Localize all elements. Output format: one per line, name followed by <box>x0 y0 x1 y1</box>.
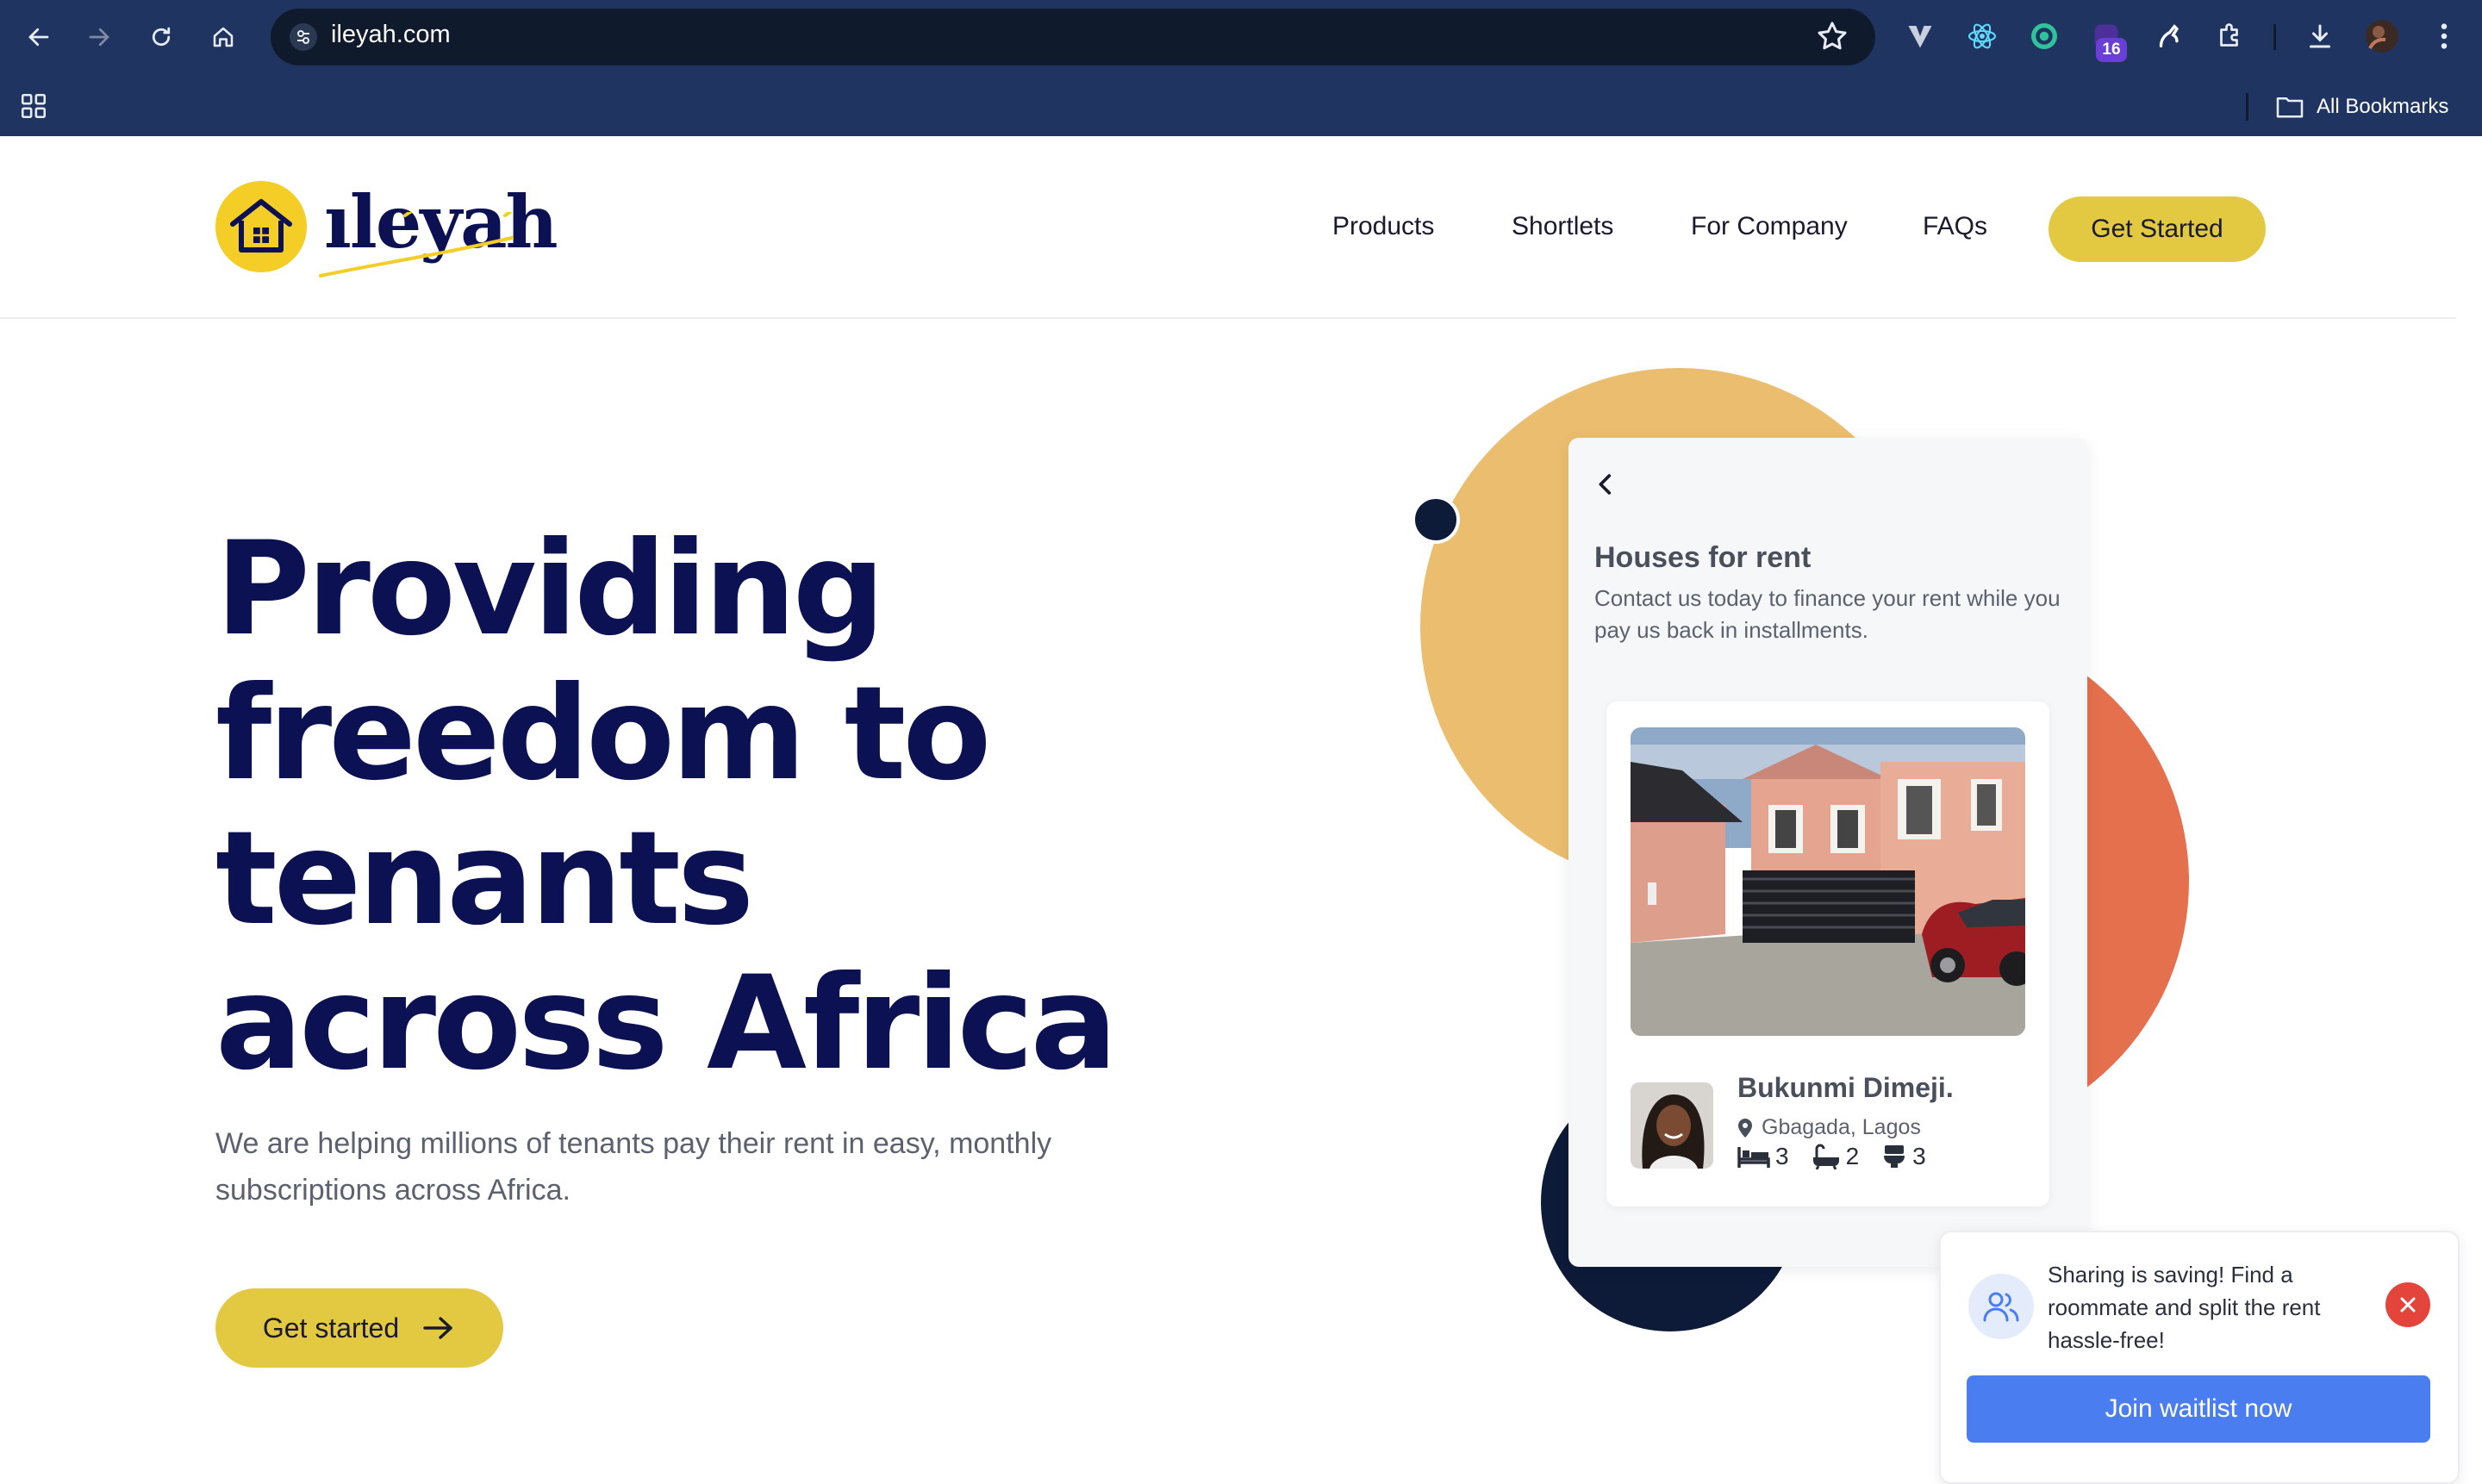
apps-grid-icon[interactable] <box>19 91 48 125</box>
hero-cta-label: Get started <box>262 1312 400 1344</box>
home-button[interactable] <box>202 16 245 59</box>
listing-amenities: 3 2 3 <box>1737 1143 1926 1170</box>
site-info-icon[interactable] <box>290 23 317 51</box>
decor-dot-navy <box>1412 496 1460 544</box>
location-pin-icon <box>1738 1118 1752 1138</box>
nav-link-faqs[interactable]: FAQs <box>1923 212 1987 241</box>
nav-link-for-company[interactable]: For Company <box>1691 212 1848 241</box>
agent-name: Bukunmi Dimeji. <box>1737 1072 1954 1103</box>
card-description: Contact us today to finance your rent wh… <box>1594 585 2061 643</box>
home-icon <box>213 27 234 47</box>
address-bar[interactable]: ileyah.com <box>271 9 1875 65</box>
url-text[interactable]: ileyah.com <box>331 21 451 49</box>
chrome-menu-icon[interactable] <box>2425 17 2463 55</box>
listing-card[interactable]: Bukunmi Dimeji. Gbagada, Lagos 3 2 3 <box>1606 701 2049 1207</box>
profile-avatar[interactable] <box>2363 17 2401 55</box>
all-bookmarks-label: All Bookmarks <box>2317 95 2449 118</box>
hero-get-started-button[interactable]: Get started <box>215 1288 503 1368</box>
toast-close-button[interactable] <box>2385 1282 2430 1327</box>
folder-icon <box>2276 97 2304 118</box>
extension-count-badge: 16 <box>2096 38 2127 62</box>
join-waitlist-button[interactable]: Join waitlist now <box>1967 1375 2430 1443</box>
toast-message: Sharing is saving! Find a roommate and s… <box>2048 1262 2321 1353</box>
hero-subtitle: We are helping millions of tenants pay t… <box>215 1127 1052 1207</box>
arrow-right-icon <box>423 1317 452 1339</box>
all-bookmarks-button[interactable]: All Bookmarks <box>2275 90 2448 124</box>
bathrooms-count: 2 <box>1812 1143 1860 1170</box>
card-title: Houses for rent <box>1594 541 1812 574</box>
logo-swoosh <box>319 212 514 277</box>
react-devtools-icon[interactable] <box>1963 17 2001 55</box>
back-button[interactable] <box>17 16 60 59</box>
target-extension-icon[interactable] <box>2025 17 2063 55</box>
reload-button[interactable] <box>140 16 183 59</box>
bathrooms-value: 2 <box>1845 1143 1860 1169</box>
bed-icon <box>1737 1147 1770 1168</box>
toilets-count: 3 <box>1881 1143 1926 1170</box>
bookmark-star-icon[interactable] <box>1815 19 1849 58</box>
hero-title: Providing freedom to tenants across Afri… <box>215 517 1181 1096</box>
bedrooms-count: 3 <box>1737 1143 1789 1170</box>
bathtub-icon <box>1812 1144 1839 1169</box>
ileyah-logo[interactable]: ıleyah <box>215 179 558 284</box>
get-started-button[interactable]: Get Started <box>2049 196 2266 262</box>
hero-title-line-2: freedom to <box>215 659 991 809</box>
agent-avatar <box>1631 1082 1713 1169</box>
hero-title-line-4: across Africa <box>215 949 1118 1099</box>
extensions-puzzle-icon[interactable] <box>2211 17 2249 55</box>
nav-link-products[interactable]: Products <box>1332 212 1434 241</box>
downloads-icon[interactable] <box>2301 17 2339 55</box>
hero-title-line-1: Providing <box>215 514 885 664</box>
agent-location: Gbagada, Lagos <box>1737 1115 1921 1140</box>
site-header: ıleyah Products Shortlets For Company FA… <box>0 136 2456 319</box>
arrow-right-icon <box>89 28 109 47</box>
arrow-left-icon <box>28 28 49 47</box>
browser-chrome: ileyah.com 16 All Bookmarks <box>0 0 2482 136</box>
chevron-left-icon[interactable] <box>1591 467 1620 506</box>
roommate-toast: Sharing is saving! Find a roommate and s… <box>1939 1231 2460 1484</box>
toilet-icon <box>1884 1145 1905 1168</box>
close-icon <box>2400 1297 2416 1313</box>
house-icon <box>230 199 292 253</box>
hero-title-line-3: tenants <box>215 804 754 954</box>
location-text: Gbagada, Lagos <box>1762 1115 1921 1139</box>
extension-paw-icon[interactable] <box>2149 17 2187 55</box>
toilets-value: 3 <box>1912 1143 1926 1169</box>
extension-v-icon[interactable] <box>1901 17 1939 55</box>
toolbar-divider <box>2273 24 2276 50</box>
nav-link-shortlets[interactable]: Shortlets <box>1512 212 1613 241</box>
logo-house-badge <box>215 181 307 272</box>
houses-for-rent-card: Houses for rent Contact us today to fina… <box>1568 438 2087 1267</box>
house-photo <box>1631 727 2025 1036</box>
bookmarks-divider <box>2246 93 2248 121</box>
users-icon <box>1968 1274 2034 1339</box>
reload-icon <box>152 27 171 47</box>
forward-button[interactable] <box>78 16 121 59</box>
bedrooms-value: 3 <box>1775 1143 1789 1169</box>
